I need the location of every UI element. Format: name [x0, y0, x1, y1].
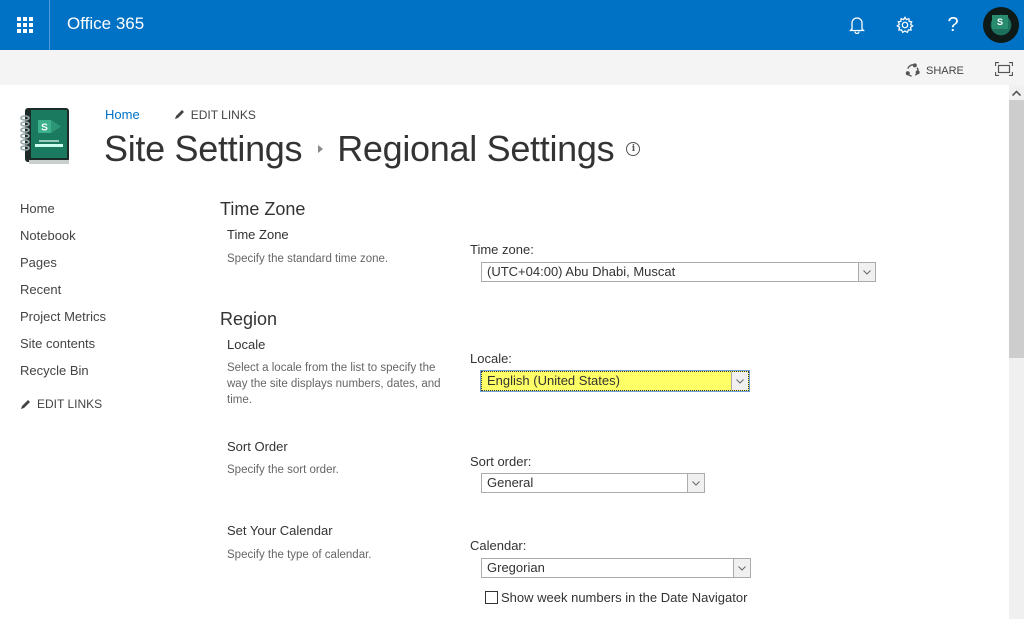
top-nav-home-link[interactable]: Home — [105, 107, 140, 122]
notifications-button[interactable] — [833, 0, 881, 50]
left-nav-edit-links-button[interactable]: EDIT LINKS — [20, 397, 102, 411]
sort-order-value: General — [487, 475, 534, 490]
share-bar: SHARE — [0, 50, 1024, 85]
left-nav-item-recent[interactable]: Recent — [20, 281, 106, 308]
waffle-icon — [16, 17, 33, 33]
sort-order-description: Specify the sort order. — [227, 464, 339, 476]
help-button[interactable]: ? — [929, 0, 977, 50]
app-launcher-button[interactable] — [0, 0, 50, 50]
breadcrumb: Site Settings Regional Settings i — [104, 128, 641, 170]
scrollbar-thumb[interactable] — [1009, 100, 1024, 358]
suite-bar: Office 365 ? S — [0, 0, 1024, 50]
week-numbers-checkbox[interactable] — [485, 591, 498, 604]
app-title[interactable]: Office 365 — [67, 14, 144, 34]
breadcrumb-site-settings-link[interactable]: Site Settings — [104, 128, 303, 170]
locale-subtitle: Locale — [227, 337, 266, 352]
time-zone-description: Specify the standard time zone. — [227, 253, 389, 265]
left-nav-item-site-contents[interactable]: Site contents — [20, 335, 106, 362]
avatar-logo: S — [992, 15, 1008, 29]
settings-button[interactable] — [881, 0, 929, 50]
calendar-label: Calendar: — [470, 538, 527, 553]
chevron-up-icon — [1012, 89, 1021, 96]
sort-order-select[interactable]: General — [481, 473, 705, 493]
avatar[interactable]: S — [983, 7, 1019, 43]
left-nav-item-project-metrics[interactable]: Project Metrics — [20, 308, 106, 335]
info-icon[interactable]: i — [626, 142, 641, 156]
sort-order-subtitle: Sort Order — [227, 439, 288, 454]
page-title: Regional Settings — [337, 128, 615, 169]
pencil-icon — [174, 110, 184, 119]
left-nav-item-notebook[interactable]: Notebook — [20, 227, 106, 254]
site-logo[interactable]: S — [17, 104, 73, 166]
locale-label: Locale: — [470, 351, 512, 366]
chevron-down-icon — [733, 559, 750, 577]
left-nav: Home Notebook Pages Recent Project Metri… — [20, 200, 106, 413]
edit-links-label: EDIT LINKS — [37, 397, 103, 411]
chevron-down-icon — [687, 474, 704, 492]
help-icon: ? — [947, 13, 959, 36]
sort-order-label: Sort order: — [470, 454, 532, 469]
region-section-title: Region — [220, 309, 278, 329]
breadcrumb-separator-icon — [318, 145, 324, 153]
time-zone-label: Time zone: — [470, 242, 534, 257]
locale-value: English (United States) — [487, 373, 620, 388]
time-zone-select[interactable]: (UTC+04:00) Abu Dhabi, Muscat — [481, 262, 876, 282]
edit-links-label: EDIT LINKS — [190, 107, 256, 122]
calendar-value: Gregorian — [487, 560, 545, 575]
scroll-up-button[interactable] — [1009, 85, 1024, 100]
left-nav-item-home[interactable]: Home — [20, 200, 106, 227]
pencil-icon — [21, 399, 30, 409]
week-numbers-label: Show week numbers in the Date Navigator — [501, 590, 748, 605]
locale-select[interactable]: English (United States) — [480, 370, 750, 392]
sharepoint-diary-logo-icon: S — [20, 108, 69, 164]
bell-icon — [849, 17, 865, 34]
top-nav-edit-links-button[interactable]: EDIT LINKS — [174, 108, 256, 122]
chevron-down-icon — [731, 372, 748, 390]
time-zone-subtitle: Time Zone — [227, 227, 289, 242]
chevron-down-icon — [858, 263, 875, 281]
time-zone-value: (UTC+04:00) Abu Dhabi, Muscat — [487, 264, 676, 279]
calendar-select[interactable]: Gregorian — [481, 558, 751, 578]
time-zone-section-title: Time Zone — [220, 199, 306, 219]
calendar-description: Specify the type of calendar. — [227, 549, 372, 561]
week-numbers-option[interactable]: Show week numbers in the Date Navigator — [485, 590, 747, 605]
svg-text:S: S — [41, 123, 48, 134]
share-label: SHARE — [926, 64, 964, 77]
gear-icon — [896, 16, 914, 34]
share-icon — [905, 63, 920, 77]
calendar-subtitle: Set Your Calendar — [227, 523, 333, 538]
share-button[interactable]: SHARE — [905, 63, 964, 78]
vertical-scrollbar[interactable] — [1009, 85, 1024, 619]
top-nav: Home EDIT LINKS — [105, 107, 256, 122]
left-nav-item-recycle-bin[interactable]: Recycle Bin — [20, 362, 106, 389]
left-nav-item-pages[interactable]: Pages — [20, 254, 106, 281]
locale-description: Select a locale from the list to specify… — [227, 362, 441, 406]
focus-mode-icon[interactable] — [995, 62, 1013, 76]
